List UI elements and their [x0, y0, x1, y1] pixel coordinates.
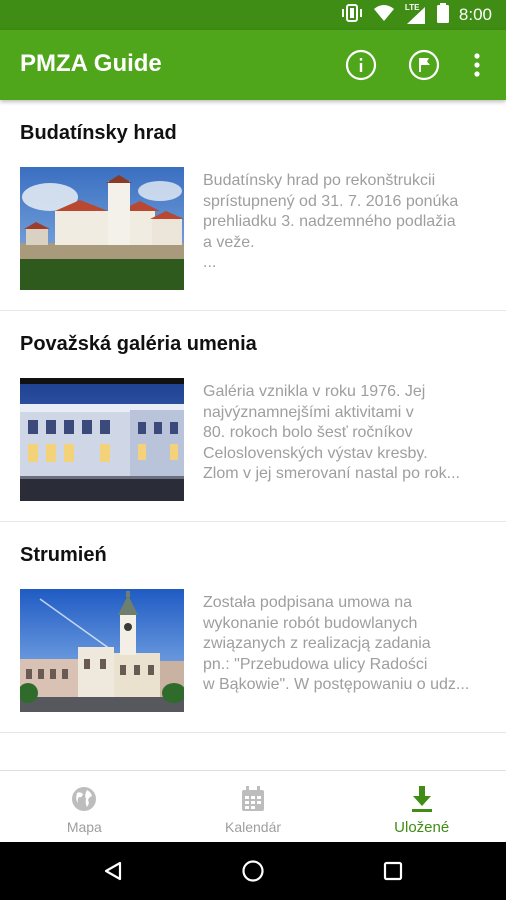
saved-list: Budatínsky hrad Budatínsky hrad po rekon…	[0, 100, 506, 770]
flag-icon	[408, 49, 440, 81]
tab-label: Uložené	[394, 819, 450, 836]
item-description: Galéria vznikla v roku 1976. Jej najvýzn…	[203, 382, 491, 485]
item-description: Została podpisana umowa na wykonanie rob…	[203, 593, 491, 696]
tab-label: Mapa	[66, 819, 102, 835]
item-description-line: ...	[203, 254, 217, 271]
item-description-line: Budatínsky hrad po rekonštrukcii	[203, 172, 436, 189]
list-item[interactable]: Budatínsky hrad Budatínsky hrad po rekon…	[0, 100, 506, 311]
item-title: Strumień	[20, 544, 107, 566]
item-thumbnail	[20, 378, 184, 501]
item-description-line: pn.: "Przebudowa ulicy Radości	[203, 655, 428, 673]
item-thumbnail	[20, 589, 184, 712]
battery-icon	[436, 2, 449, 28]
download-icon	[411, 786, 432, 812]
item-thumbnail	[20, 167, 184, 290]
info-icon	[345, 49, 377, 81]
item-title: Budatínsky hrad	[20, 122, 177, 144]
wifi-icon	[373, 4, 395, 27]
item-description: Budatínsky hrad po rekonštrukcii sprístu…	[203, 171, 491, 274]
report-button[interactable]	[407, 48, 441, 82]
back-button[interactable]	[98, 856, 128, 886]
bottom-navigation: Mapa Kalendár Uložené	[0, 770, 506, 842]
network-type-label: LTE	[404, 3, 420, 12]
recents-square-icon	[383, 861, 403, 881]
item-description-line: w Bąkowie". W postępowaniu o udz...	[203, 676, 470, 693]
item-description-line: 80. rokoch bolo šesť ročníkov	[203, 424, 413, 441]
app-title: PMZA Guide	[20, 50, 162, 77]
overflow-menu-button[interactable]	[460, 48, 494, 82]
home-button[interactable]	[238, 856, 268, 886]
item-description-line: Galéria vznikla v roku 1976. Jej	[203, 383, 426, 400]
info-button[interactable]	[344, 48, 378, 82]
item-description-line: sprístupnený od 31. 7. 2016 ponúka	[203, 192, 459, 210]
item-description-line: prehliadku 3. nadzemného podlažia	[203, 213, 456, 230]
item-description-line: a veže.	[203, 233, 255, 251]
cell-signal-icon: LTE	[404, 3, 427, 25]
status-time: 8:00	[458, 5, 492, 24]
system-navigation-bar	[0, 842, 506, 900]
item-description-line: wykonanie robót budowlanych	[203, 614, 418, 632]
tab-kalendar[interactable]: Kalendár	[169, 771, 338, 842]
back-triangle-icon	[104, 861, 122, 881]
status-icons: LTE 8:00	[341, 0, 492, 30]
item-description-line: związanych z realizacją zadania	[203, 635, 431, 652]
item-description-line: najvýznamnejšími aktivitami v	[203, 403, 414, 421]
tab-mapa[interactable]: Mapa	[0, 771, 169, 842]
tab-ulozene[interactable]: Uložené	[337, 771, 506, 842]
item-description-line: Zlom v jej smerovaní nastal po rok...	[203, 465, 460, 482]
list-item[interactable]: Strumień Została podpisana umowa na wyko…	[0, 522, 506, 733]
globe-icon	[72, 787, 97, 811]
calendar-icon	[242, 786, 264, 811]
item-description-line: Została podpisana umowa na	[203, 594, 413, 611]
vibrate-icon	[341, 3, 363, 27]
recents-button[interactable]	[378, 856, 408, 886]
item-description-line: Celoslovenských výstav kresby.	[203, 444, 428, 462]
home-circle-icon	[242, 860, 264, 882]
app-bar: PMZA Guide	[0, 30, 506, 100]
status-bar: LTE 8:00	[0, 0, 506, 30]
list-item[interactable]: Považská galéria umenia Galéria vznikla …	[0, 311, 506, 522]
item-title: Považská galéria umenia	[20, 333, 257, 355]
tab-label: Kalendár	[224, 819, 282, 835]
more-vert-icon	[474, 53, 480, 77]
